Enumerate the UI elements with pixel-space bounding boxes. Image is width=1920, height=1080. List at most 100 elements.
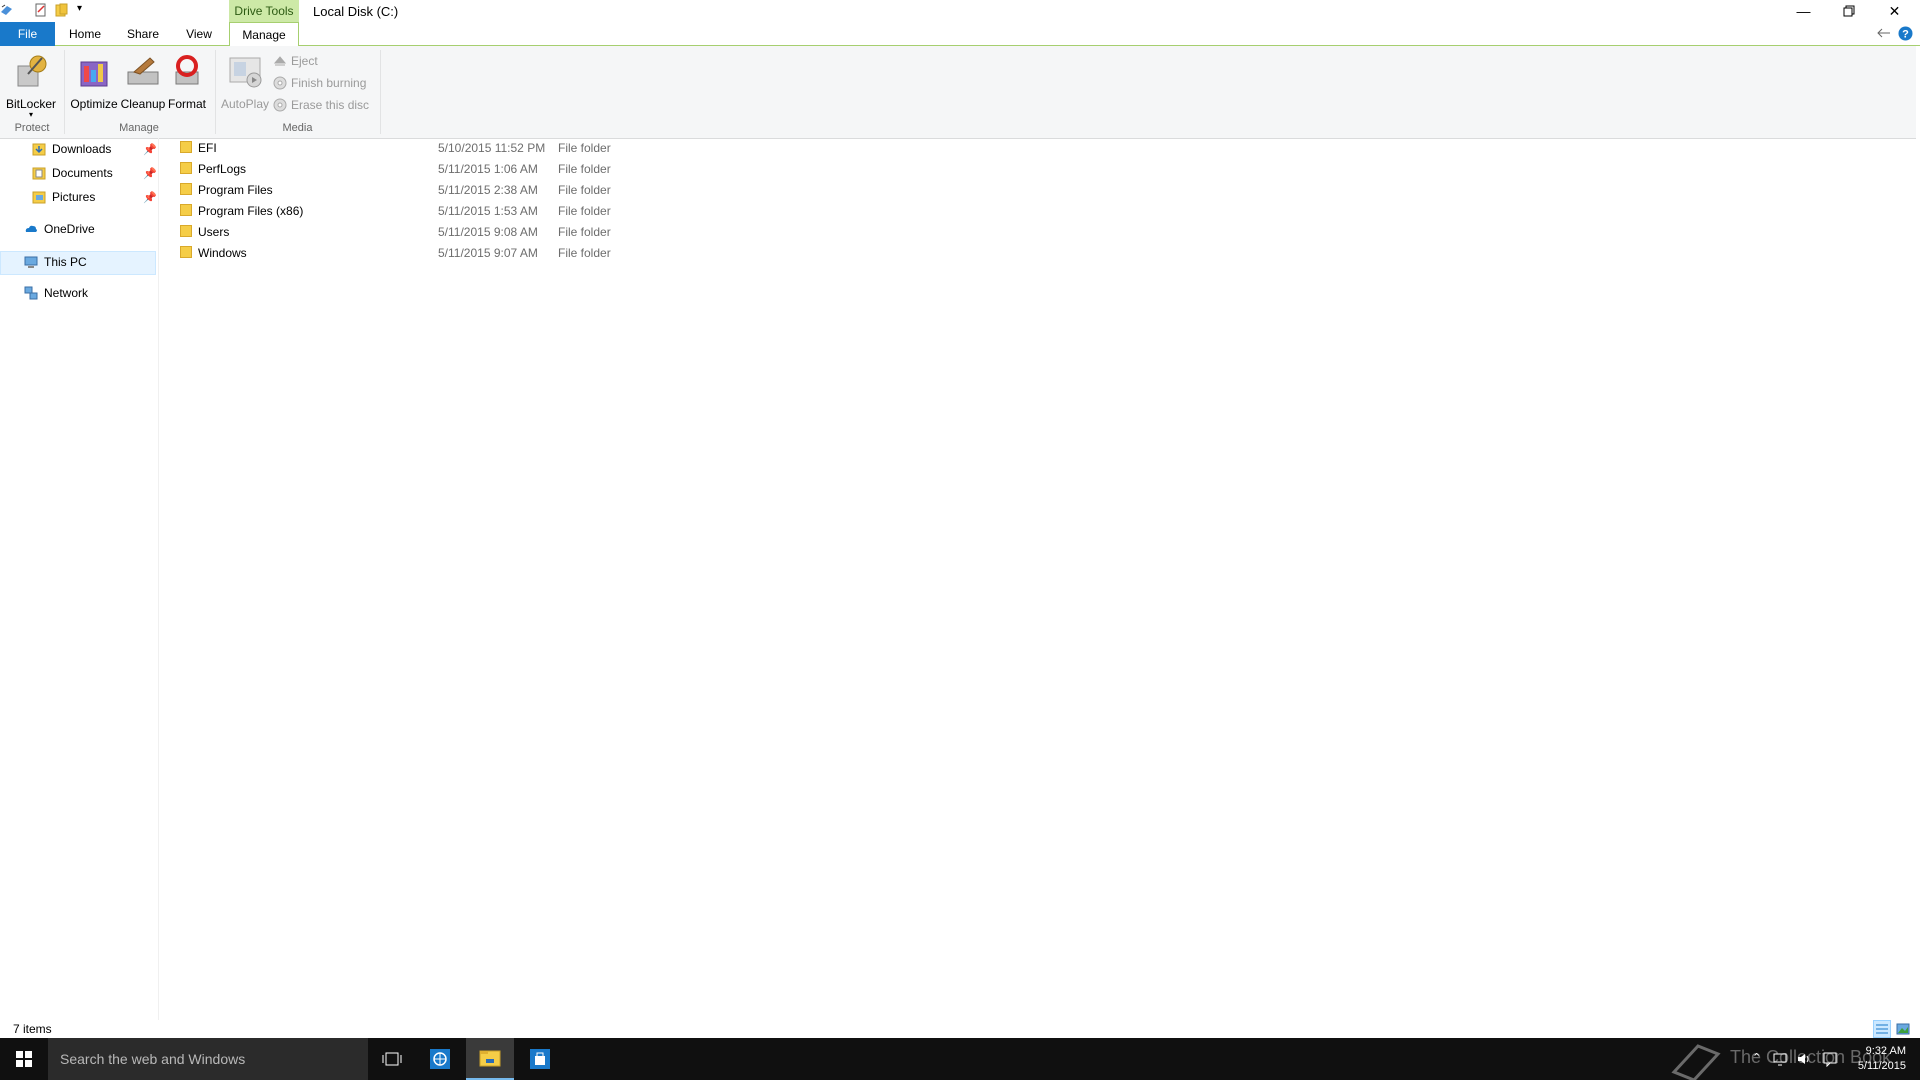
file-name: Users bbox=[198, 225, 230, 239]
new-folder-icon[interactable] bbox=[55, 3, 69, 17]
show-hidden-icons-icon[interactable]: ⌃ bbox=[1752, 1051, 1761, 1064]
file-type: File folder bbox=[558, 141, 611, 155]
watermark-book-icon bbox=[1671, 1044, 1721, 1080]
pin-icon[interactable]: 📌 bbox=[143, 143, 157, 156]
autoplay-button[interactable]: AutoPlay bbox=[220, 52, 270, 111]
disc-erase-icon bbox=[273, 98, 287, 112]
details-view-icon[interactable] bbox=[1873, 1020, 1891, 1038]
eject-label: Eject bbox=[291, 54, 318, 68]
volume-icon[interactable] bbox=[1796, 1051, 1812, 1067]
large-icons-view-icon[interactable] bbox=[1896, 1022, 1910, 1036]
pin-icon[interactable]: 📌 bbox=[143, 167, 157, 180]
restore-button[interactable] bbox=[1826, 0, 1871, 22]
file-date-modified: 5/10/2015 11:52 PM bbox=[438, 141, 546, 155]
folder-icon bbox=[180, 141, 192, 153]
format-button[interactable]: Format bbox=[166, 52, 208, 111]
computer-icon bbox=[24, 256, 38, 268]
minimize-ribbon-icon[interactable] bbox=[1876, 27, 1892, 39]
file-type: File folder bbox=[558, 183, 611, 197]
file-name: EFI bbox=[198, 141, 217, 155]
clock-date: 5/11/2015 bbox=[1857, 1060, 1906, 1072]
status-bar: 7 items bbox=[0, 1020, 1920, 1038]
eject-button[interactable]: Eject bbox=[273, 54, 318, 68]
folder-icon bbox=[180, 204, 192, 216]
erase-disc-label: Erase this disc bbox=[291, 98, 370, 112]
clock-time: 9:32 AM bbox=[1865, 1045, 1906, 1057]
file-date-modified: 5/11/2015 2:38 AM bbox=[438, 183, 538, 197]
navigation-pane: Downloads 📌 Documents 📌 Pictures 📌 OneDr… bbox=[0, 138, 159, 1020]
bitlocker-button[interactable]: BitLocker ▾ bbox=[6, 52, 56, 119]
task-view-button[interactable] bbox=[368, 1038, 416, 1080]
folder-icon bbox=[180, 225, 192, 237]
folder-icon bbox=[180, 162, 192, 174]
tab-manage[interactable]: Manage bbox=[229, 22, 299, 46]
taskbar-browser[interactable] bbox=[416, 1038, 464, 1080]
autoplay-label: AutoPlay bbox=[220, 97, 270, 111]
tab-file[interactable]: File bbox=[0, 22, 55, 46]
file-row[interactable]: Users 5/11/2015 9:08 AM File folder bbox=[178, 222, 638, 242]
start-button[interactable] bbox=[0, 1038, 48, 1080]
nav-item-pictures[interactable]: Pictures bbox=[32, 190, 95, 204]
finish-burning-label: Finish burning bbox=[291, 76, 367, 90]
file-row[interactable]: Windows 5/11/2015 9:07 AM File folder bbox=[178, 243, 638, 263]
optimize-label: Optimize bbox=[70, 97, 118, 111]
taskbar: Search the web and Windows The Collectio… bbox=[0, 1038, 1920, 1080]
nav-item-documents[interactable]: Documents bbox=[32, 166, 113, 180]
task-view-icon bbox=[382, 1052, 402, 1066]
group-label-manage: Manage bbox=[119, 122, 159, 134]
tab-home[interactable]: Home bbox=[67, 22, 103, 46]
file-row[interactable]: EFI 5/10/2015 11:52 PM File folder bbox=[178, 138, 638, 158]
properties-icon[interactable] bbox=[0, 3, 14, 17]
network-status-icon[interactable] bbox=[1772, 1051, 1788, 1067]
optimize-icon bbox=[80, 61, 108, 87]
file-date-modified: 5/11/2015 1:53 AM bbox=[438, 204, 538, 218]
onedrive-cloud-icon bbox=[25, 225, 37, 232]
bitlocker-label: BitLocker bbox=[6, 97, 57, 111]
drive-tools-context-header: Drive Tools bbox=[229, 0, 299, 22]
nav-label-this-pc: This PC bbox=[44, 255, 87, 269]
group-label-media: Media bbox=[282, 122, 313, 134]
nav-item-this-pc[interactable]: This PC bbox=[24, 255, 87, 269]
nav-item-network[interactable]: Network bbox=[24, 286, 88, 300]
tab-share[interactable]: Share bbox=[124, 22, 162, 46]
taskbar-store[interactable] bbox=[516, 1038, 564, 1080]
optimize-button[interactable]: Optimize bbox=[70, 52, 118, 111]
store-icon bbox=[530, 1049, 550, 1069]
file-date-modified: 5/11/2015 9:08 AM bbox=[438, 225, 538, 239]
help-icon[interactable]: ? bbox=[1898, 26, 1913, 41]
folder-icon bbox=[180, 183, 192, 195]
file-date-modified: 5/11/2015 1:06 AM bbox=[438, 162, 538, 176]
minimize-button[interactable]: — bbox=[1781, 0, 1826, 22]
file-type: File folder bbox=[558, 246, 611, 260]
action-center-icon[interactable] bbox=[1822, 1051, 1838, 1067]
nav-label-downloads: Downloads bbox=[52, 142, 112, 156]
file-name: Program Files bbox=[198, 183, 273, 197]
documents-icon bbox=[32, 167, 46, 180]
bitlocker-chevron-icon: ▾ bbox=[28, 110, 33, 119]
file-type: File folder bbox=[558, 162, 611, 176]
group-label-protect: Protect bbox=[14, 122, 50, 134]
taskbar-clock[interactable]: 9:32 AM 5/11/2015 bbox=[1858, 1044, 1906, 1074]
eject-icon bbox=[273, 56, 287, 66]
file-explorer-icon bbox=[479, 1050, 501, 1067]
file-row[interactable]: PerfLogs 5/11/2015 1:06 AM File folder bbox=[178, 159, 638, 179]
file-row[interactable]: Program Files (x86) 5/11/2015 1:53 AM Fi… bbox=[178, 201, 638, 221]
tab-view[interactable]: View bbox=[182, 22, 216, 46]
close-button[interactable]: ✕ bbox=[1872, 0, 1917, 22]
cleanup-button[interactable]: Cleanup bbox=[120, 52, 166, 111]
nav-item-downloads[interactable]: Downloads bbox=[32, 142, 111, 156]
customize-toolbar-chevron-icon[interactable]: ▾ bbox=[77, 3, 82, 14]
pin-icon[interactable]: 📌 bbox=[143, 191, 157, 204]
file-name: PerfLogs bbox=[198, 162, 247, 176]
ribbon: BitLocker ▾ Protect Optimize Cleanup For… bbox=[0, 46, 1916, 139]
nav-item-onedrive[interactable]: OneDrive bbox=[24, 222, 95, 236]
erase-disc-button[interactable]: Erase this disc bbox=[273, 98, 369, 112]
nav-label-onedrive: OneDrive bbox=[44, 222, 95, 236]
windows-logo-icon bbox=[16, 1051, 32, 1067]
cleanup-icon bbox=[127, 57, 159, 85]
taskbar-file-explorer[interactable] bbox=[466, 1038, 514, 1080]
file-row[interactable]: Program Files 5/11/2015 2:38 AM File fol… bbox=[178, 180, 638, 200]
finish-burning-button[interactable]: Finish burning bbox=[273, 76, 366, 90]
new-file-icon[interactable] bbox=[34, 3, 48, 17]
taskbar-search-input[interactable]: Search the web and Windows bbox=[48, 1038, 368, 1080]
